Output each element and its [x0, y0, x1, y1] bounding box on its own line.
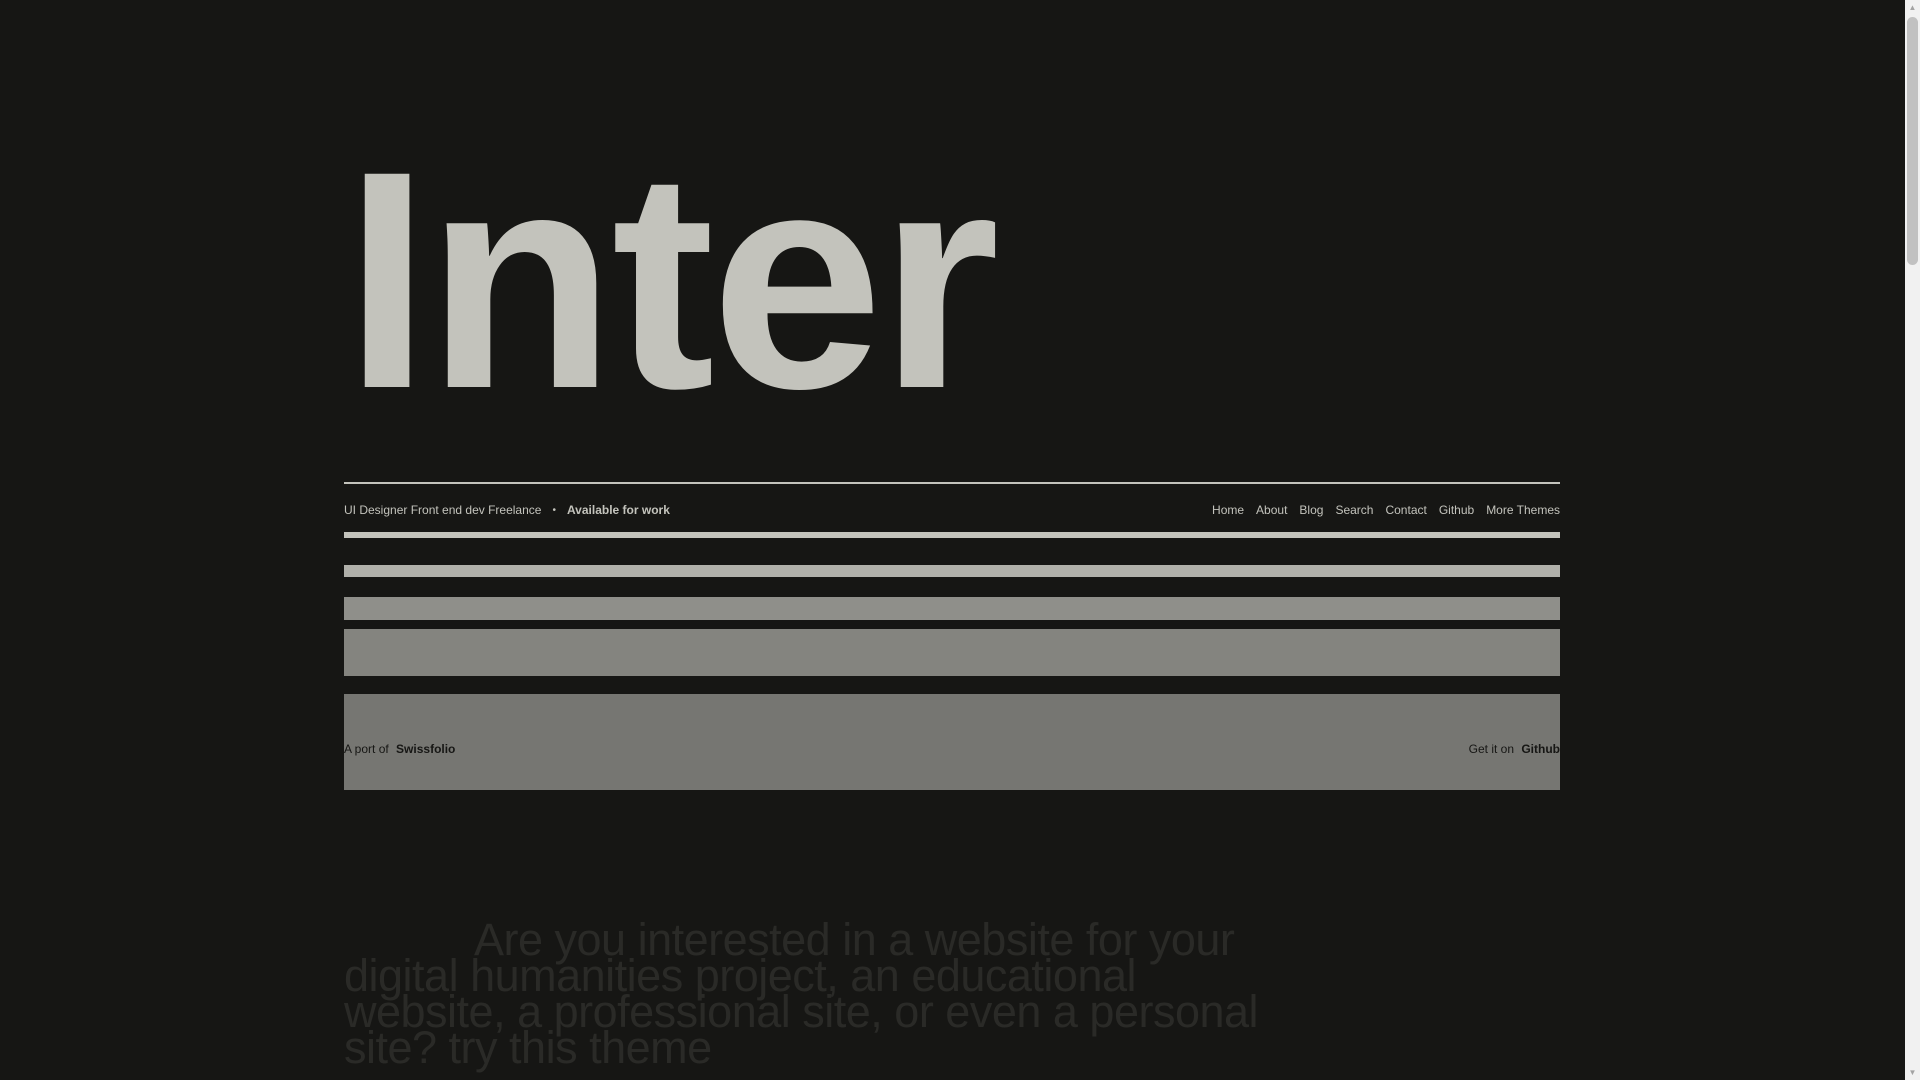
- port-credit: A port of Swissfolio: [344, 742, 455, 756]
- pitch-paragraph: Are you interested in a website for your…: [344, 914, 1259, 1073]
- scroll-down-arrow-icon[interactable]: ▼: [1905, 1065, 1920, 1080]
- get-prefix: Get it on: [1468, 742, 1514, 756]
- nav-link-search[interactable]: Search: [1335, 503, 1373, 517]
- role-text: UI Designer Front end dev Freelance: [344, 503, 542, 517]
- hero-title: Inter: [344, 106, 1000, 453]
- decorative-band-2: [344, 597, 1560, 620]
- tagline: UI Designer Front end dev Freelance • Av…: [344, 503, 670, 517]
- nav-link-github[interactable]: Github: [1439, 503, 1474, 517]
- separator-dot: •: [552, 504, 556, 516]
- nav-link-blog[interactable]: Blog: [1299, 503, 1323, 517]
- page: Inter UI Designer Front end dev Freelanc…: [0, 0, 1905, 1080]
- nav-link-contact[interactable]: Contact: [1385, 503, 1426, 517]
- availability-status: Available for work: [566, 503, 670, 517]
- nav-link-about[interactable]: About: [1256, 503, 1287, 517]
- credits-band: A port of Swissfolio Get it on Github: [344, 694, 1560, 790]
- nav-link-home[interactable]: Home: [1212, 503, 1244, 517]
- swissfolio-link[interactable]: Swissfolio: [396, 742, 455, 756]
- github-link[interactable]: Github: [1521, 742, 1560, 756]
- decorative-band-1: [344, 565, 1560, 577]
- nav-link-more-themes[interactable]: More Themes: [1486, 503, 1560, 517]
- get-credit: Get it on Github: [1469, 742, 1560, 756]
- header-nav-bar: UI Designer Front end dev Freelance • Av…: [344, 482, 1560, 538]
- port-prefix: A port of: [344, 742, 389, 756]
- main-navigation: Home About Blog Search Contact Github Mo…: [1212, 503, 1560, 517]
- scroll-up-arrow-icon[interactable]: ▲: [1905, 0, 1920, 15]
- decorative-band-3: [344, 629, 1560, 676]
- vertical-scrollbar[interactable]: ▲ ▼: [1905, 0, 1920, 1080]
- scrollbar-thumb[interactable]: [1907, 17, 1918, 265]
